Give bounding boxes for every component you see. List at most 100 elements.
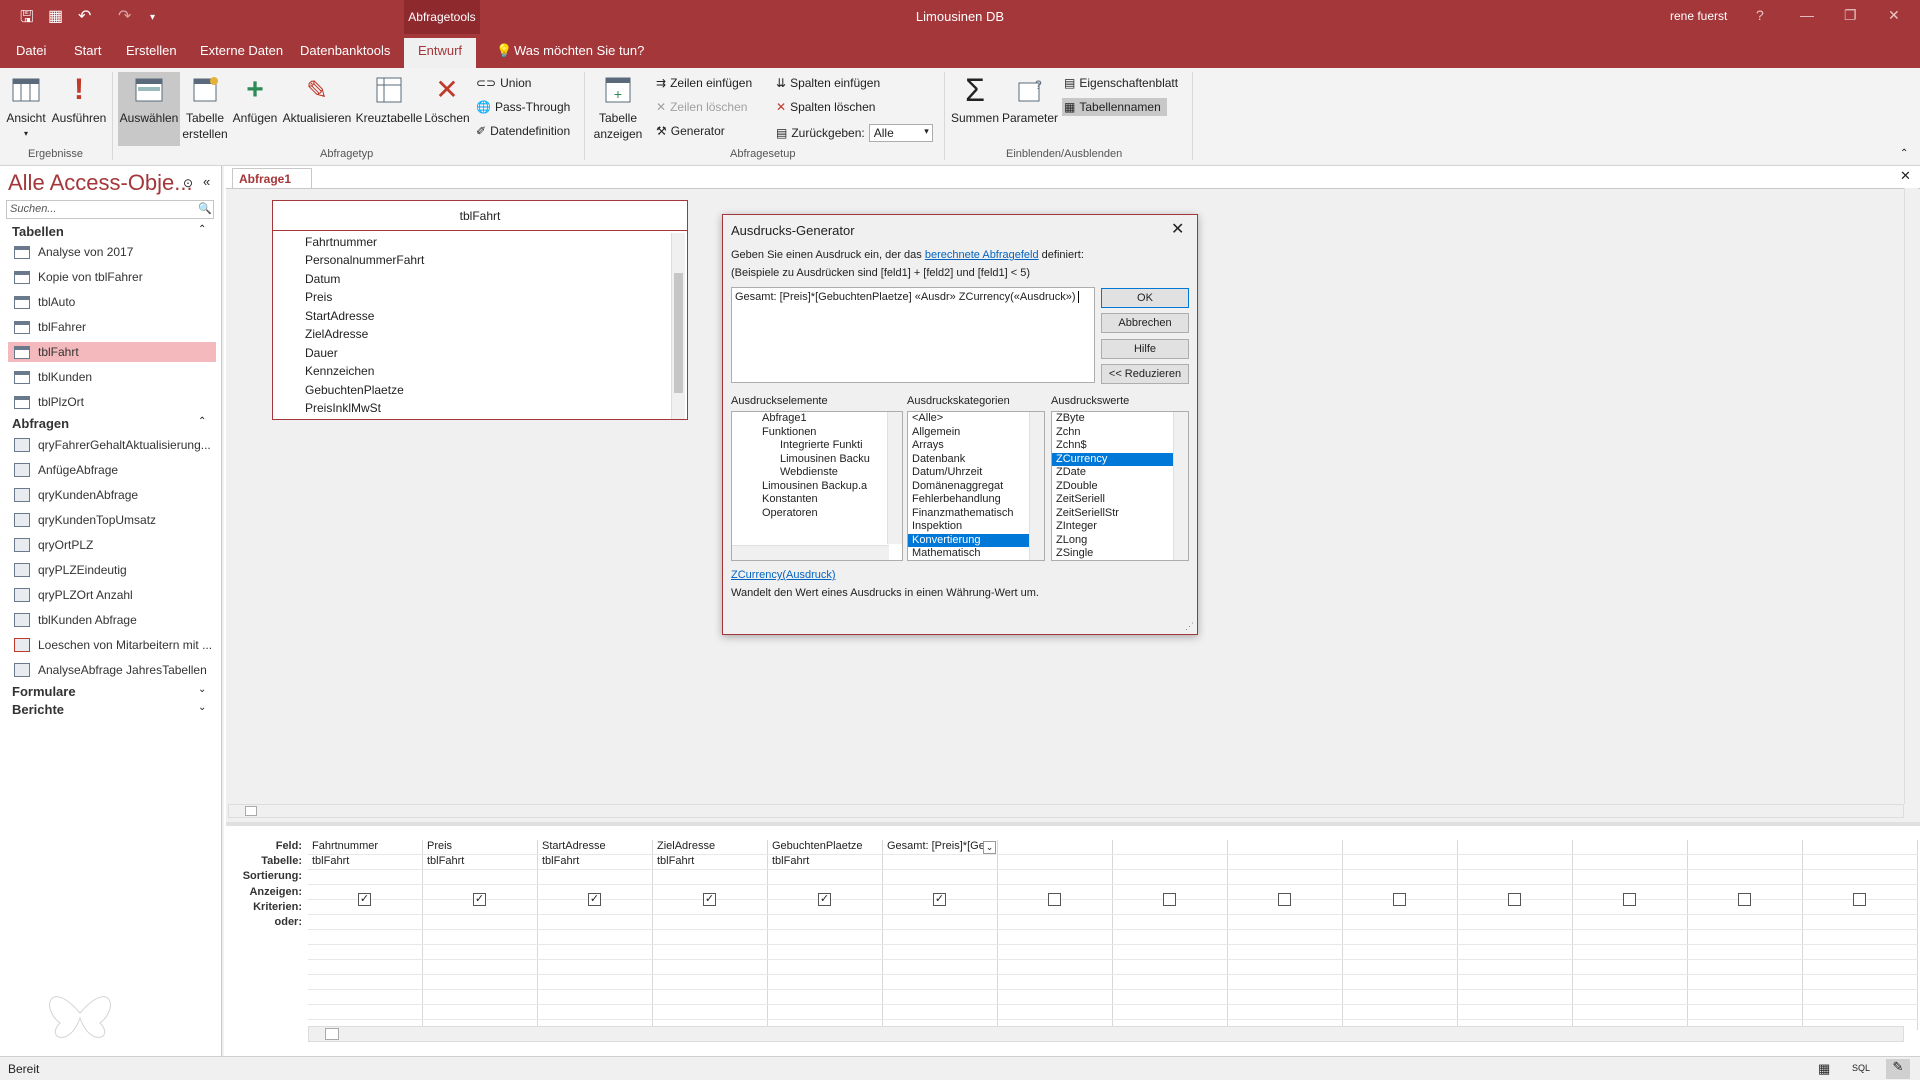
nav-item-table[interactable]: Analyse von 2017: [8, 242, 216, 262]
value-item[interactable]: ZSingle: [1052, 547, 1188, 560]
nav-item-table[interactable]: tblKunden: [8, 367, 216, 387]
value-item[interactable]: ZeitSeriellStr: [1052, 507, 1188, 521]
union-button[interactable]: ⊂⊃ Union: [476, 76, 531, 90]
field-item[interactable]: Dauer: [305, 346, 338, 360]
value-item[interactable]: Zchn: [1052, 426, 1188, 440]
tree-item[interactable]: Webdienste: [732, 466, 902, 480]
field-item[interactable]: ZielAdresse: [305, 327, 368, 341]
datendefinition-button[interactable]: ✐ Datendefinition: [476, 124, 570, 138]
tree-item[interactable]: Limousinen Backup.a: [732, 480, 902, 494]
doc-tab-abfrage1[interactable]: Abfrage1: [232, 168, 312, 188]
close-icon[interactable]: ✕: [1171, 219, 1184, 239]
category-item[interactable]: Finanzmathematisch: [908, 507, 1044, 521]
qbe-field-cell[interactable]: Fahrtnummer: [312, 840, 378, 852]
qbe-table-cell[interactable]: tblFahrt: [312, 855, 349, 867]
auswaehlen-button[interactable]: Auswählen: [118, 72, 180, 146]
ok-button[interactable]: OK: [1101, 288, 1189, 308]
show-checkbox[interactable]: [1163, 893, 1176, 906]
nav-group-tabellen[interactable]: Tabellen: [12, 224, 64, 239]
qbe-column[interactable]: Gesamt: [Preis]*[Ge ⌄ ✓: [883, 840, 998, 1030]
hilfe-button[interactable]: Hilfe: [1101, 339, 1189, 359]
value-item[interactable]: ZInteger: [1052, 520, 1188, 534]
nav-item-table[interactable]: tblAuto: [8, 292, 216, 312]
pass-through-button[interactable]: 🌐 Pass-Through: [476, 100, 570, 114]
nav-item-query[interactable]: tblKunden Abfrage: [8, 610, 216, 630]
collapse-nav-icon[interactable]: «: [203, 174, 210, 189]
close-window-icon[interactable]: ✕: [1888, 7, 1900, 24]
spalten-einfuegen-button[interactable]: ⇊ Spalten einfügen: [776, 76, 880, 90]
nav-item-query[interactable]: AnalyseAbfrage JahresTabellen: [8, 660, 216, 680]
tree-item[interactable]: Abfrage1: [732, 412, 902, 426]
qbe-column[interactable]: StartAdresse tblFahrt ✓: [538, 840, 653, 1030]
expand-group-icon[interactable]: ⌄: [198, 702, 206, 713]
scroll-thumb[interactable]: [245, 806, 257, 816]
close-doc-icon[interactable]: ✕: [1900, 168, 1911, 184]
search-icon[interactable]: 🔍: [198, 202, 212, 215]
nav-item-table[interactable]: tblFahrer: [8, 317, 216, 337]
nav-item-query[interactable]: Loeschen von Mitarbeitern mit ...: [8, 635, 216, 655]
restore-icon[interactable]: ❐: [1844, 7, 1857, 24]
tab-externe-daten[interactable]: Externe Daten: [200, 43, 283, 58]
expression-elements-tree[interactable]: Abfrage1 Funktionen Integrierte Funkti L…: [731, 411, 903, 561]
field-item[interactable]: Fahrtnummer: [305, 235, 377, 249]
show-checkbox[interactable]: [1738, 893, 1751, 906]
nav-item-table-selected[interactable]: tblFahrt: [8, 342, 216, 362]
category-item[interactable]: <Alle>: [908, 412, 1044, 426]
summen-button[interactable]: Σ Summen: [950, 72, 1000, 126]
show-checkbox[interactable]: ✓: [703, 893, 716, 906]
function-syntax-link[interactable]: ZCurrency(Ausdruck): [731, 569, 836, 581]
value-item[interactable]: ZeitSeriell: [1052, 493, 1188, 507]
category-item[interactable]: Domänenaggregat: [908, 480, 1044, 494]
upper-horizontal-scrollbar[interactable]: [228, 804, 1904, 818]
qbe-column[interactable]: Preis tblFahrt ✓: [423, 840, 538, 1030]
value-item[interactable]: Zchn$: [1052, 439, 1188, 453]
table-field-list-title[interactable]: tblFahrt: [273, 201, 687, 231]
value-item[interactable]: ZLong: [1052, 534, 1188, 548]
nav-search-input[interactable]: Suchen...: [6, 200, 214, 219]
resize-grip-icon[interactable]: ⋰: [1185, 621, 1194, 632]
chevron-down-icon[interactable]: ⌄: [983, 841, 996, 854]
collapse-group-icon[interactable]: ⌃: [198, 416, 206, 427]
tabelle-erstellen-button[interactable]: Tabelle erstellen: [182, 72, 228, 142]
reduzieren-button[interactable]: << Reduzieren: [1101, 364, 1189, 384]
collapse-ribbon-icon[interactable]: ⌃: [1900, 148, 1908, 159]
design-view-icon[interactable]: ✎: [1886, 1059, 1910, 1079]
expression-input[interactable]: Gesamt: [Preis]*[GebuchtenPlaetze] «Ausd…: [731, 287, 1095, 383]
kreuztabelle-button[interactable]: Kreuztabelle: [354, 72, 424, 126]
nav-item-query[interactable]: qryKundenAbfrage: [8, 485, 216, 505]
field-item[interactable]: GebuchtenPlaetze: [305, 383, 404, 397]
zurueckgeben-select[interactable]: Alle ▾: [868, 124, 933, 142]
qbe-field-cell[interactable]: StartAdresse: [542, 840, 606, 852]
tab-entwurf[interactable]: Entwurf: [404, 38, 476, 68]
qbe-column[interactable]: [1458, 840, 1573, 1030]
show-checkbox[interactable]: ✓: [818, 893, 831, 906]
values-scrollbar[interactable]: [1173, 412, 1188, 560]
aktualisieren-button[interactable]: ✎ Aktualisieren: [282, 72, 352, 126]
expand-group-icon[interactable]: ⌄: [198, 684, 206, 695]
scroll-thumb[interactable]: [325, 1028, 339, 1040]
show-checkbox[interactable]: ✓: [588, 893, 601, 906]
nav-item-query[interactable]: qryFahrerGehaltAktualisierung...: [8, 435, 216, 455]
tree-item[interactable]: Integrierte Funkti: [732, 439, 902, 453]
field-item[interactable]: Datum: [305, 272, 340, 286]
tab-start[interactable]: Start: [74, 43, 101, 58]
qbe-column[interactable]: [1688, 840, 1803, 1030]
tab-datenbanktools[interactable]: Datenbanktools: [300, 43, 390, 58]
qbe-table-cell[interactable]: tblFahrt: [427, 855, 464, 867]
anfuegen-button[interactable]: + Anfügen: [230, 72, 280, 126]
help-icon[interactable]: ?: [1756, 7, 1764, 23]
categories-scrollbar[interactable]: [1029, 412, 1044, 560]
show-checkbox[interactable]: [1853, 893, 1866, 906]
spalten-loeschen-button[interactable]: ✕ Spalten löschen: [776, 100, 875, 114]
show-checkbox[interactable]: ✓: [358, 893, 371, 906]
nav-item-query[interactable]: qryPLZEindeutig: [8, 560, 216, 580]
qbe-column[interactable]: GebuchtenPlaetze tblFahrt ✓: [768, 840, 883, 1030]
tabelle-anzeigen-button[interactable]: + Tabelle anzeigen: [590, 72, 646, 142]
nav-dropdown-icon[interactable]: ⊙: [183, 176, 193, 190]
intro-link[interactable]: berechnete Abfragefeld: [925, 249, 1039, 261]
minimize-icon[interactable]: —: [1800, 7, 1814, 23]
show-checkbox[interactable]: [1623, 893, 1636, 906]
qbe-horizontal-scrollbar[interactable]: [308, 1026, 1904, 1042]
parameter-button[interactable]: ? Parameter: [1002, 72, 1058, 126]
qbe-field-cell[interactable]: GebuchtenPlaetze: [772, 840, 863, 852]
